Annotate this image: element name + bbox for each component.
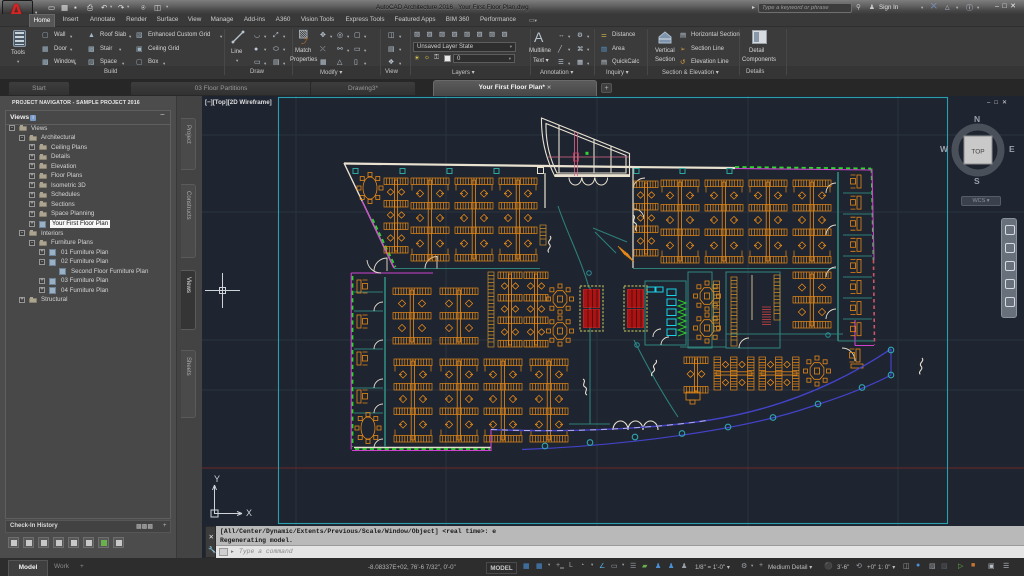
svg-text:Y: Y bbox=[214, 474, 220, 484]
svg-text:X: X bbox=[246, 508, 252, 518]
svg-text:TOP: TOP bbox=[971, 149, 984, 156]
